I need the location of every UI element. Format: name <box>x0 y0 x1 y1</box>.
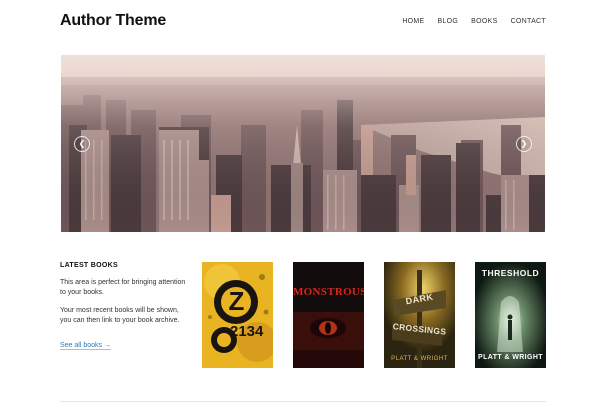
site-title[interactable]: Author Theme <box>60 12 166 30</box>
site-header: Author Theme HOME BLOG BOOKS CONTACT <box>0 0 606 50</box>
book-cover-monstrous[interactable]: MONSTROUS <box>293 262 364 368</box>
latest-books-intro: This area is perfect for bringing attent… <box>60 279 186 296</box>
book-author: PLATT & WRIGHT <box>391 356 448 362</box>
book-cover-art <box>293 262 364 368</box>
chevron-left-icon: ❮ <box>78 139 86 148</box>
slider-next-button[interactable]: ❯ <box>516 136 532 152</box>
book-subtitle: 2134 <box>230 323 264 340</box>
nav-blog[interactable]: BLOG <box>438 18 459 25</box>
city-skyline-image <box>61 55 545 232</box>
main-nav: HOME BLOG BOOKS CONTACT <box>402 18 546 25</box>
book-title: THRESHOLD <box>481 268 540 278</box>
book-cover-art <box>384 262 455 368</box>
book-author: PLATT & WRIGHT <box>478 354 543 361</box>
latest-books-description: Your most recent books will be shown, yo… <box>60 307 180 324</box>
book-title: MONSTROUS <box>293 286 364 298</box>
book-cover-threshold[interactable]: THRESHOLD PLATT & WRIGHT <box>475 262 546 368</box>
nav-home[interactable]: HOME <box>402 18 424 25</box>
nav-books[interactable]: BOOKS <box>471 18 497 25</box>
see-all-books-link[interactable]: See all books → <box>60 342 111 350</box>
book-cover-dark-crossings[interactable]: DARK CROSSINGS PLATT & WRIGHT <box>384 262 455 368</box>
nav-contact[interactable]: CONTACT <box>511 18 546 25</box>
latest-books-section: LATEST BOOKS This area is perfect for br… <box>60 262 190 352</box>
latest-books-heading: LATEST BOOKS <box>60 262 118 269</box>
book-cover-z2134[interactable]: Z 2134 <box>202 262 273 368</box>
slider-prev-button[interactable]: ❮ <box>74 136 90 152</box>
footer-divider <box>60 401 546 402</box>
book-title: Z <box>228 286 245 316</box>
chevron-right-icon: ❯ <box>520 139 528 148</box>
hero-slider[interactable]: ❮ ❯ <box>61 55 545 232</box>
